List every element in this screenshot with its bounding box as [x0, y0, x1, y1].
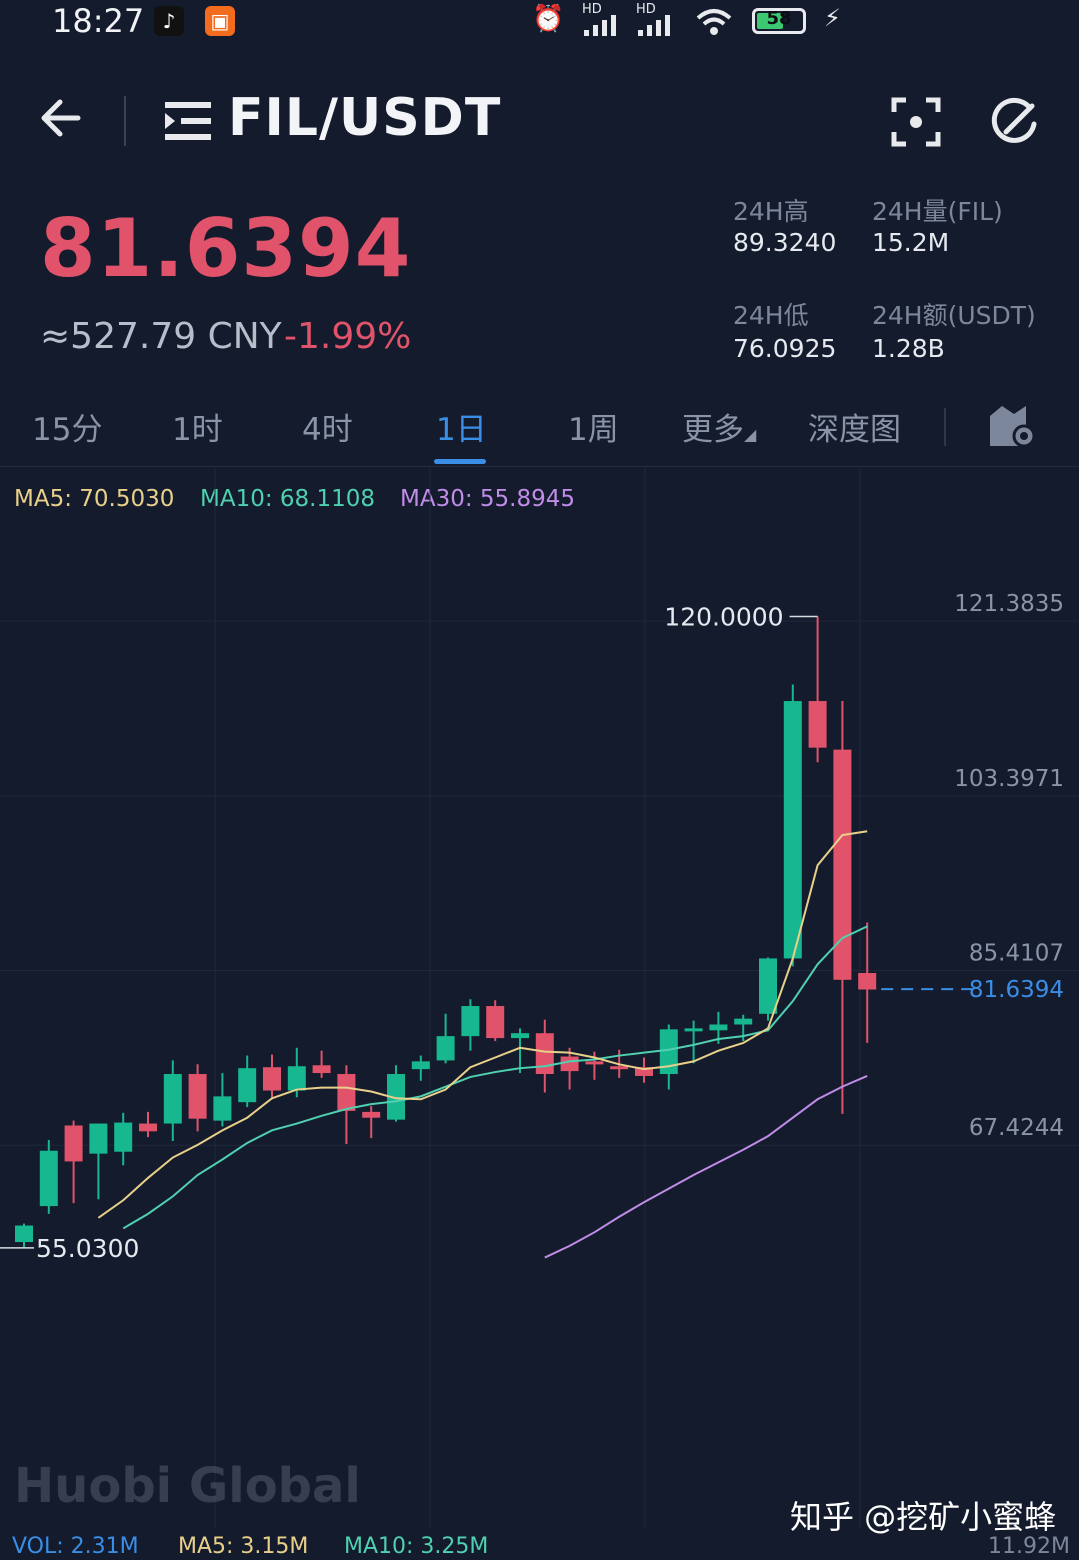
- signal-icon-2: [638, 15, 670, 36]
- max-price-label: 120.0000: [664, 603, 783, 632]
- candle-body: [337, 1074, 356, 1111]
- charging-icon: ⚡: [824, 4, 841, 32]
- candle-body: [411, 1061, 430, 1070]
- candle-body: [709, 1024, 728, 1031]
- candle-body: [238, 1068, 257, 1103]
- candle-body: [783, 701, 802, 959]
- tab-1hour[interactable]: 1时: [172, 404, 223, 449]
- candle-body: [684, 1028, 703, 1032]
- app-notification-icon: ▣: [205, 6, 235, 36]
- volume-indicator: VOL: 2.31M: [12, 1534, 139, 1559]
- candle-body: [511, 1033, 529, 1039]
- dropdown-caret-icon: ◢: [744, 425, 757, 444]
- pair-title[interactable]: FIL/USDT: [228, 88, 501, 148]
- tab-15min[interactable]: 15分: [32, 404, 102, 449]
- tab-4hour[interactable]: 4时: [302, 404, 353, 449]
- alarm-icon: ⏰: [532, 4, 565, 34]
- ma5-line: [97, 830, 868, 1219]
- ma10-line: [122, 925, 868, 1230]
- candle-body: [610, 1066, 629, 1070]
- tab-depth-chart[interactable]: 深度图: [808, 404, 901, 449]
- fullscreen-icon[interactable]: [890, 96, 942, 148]
- candle-body: [312, 1065, 331, 1074]
- candle-body: [858, 973, 877, 990]
- huobi-logo-watermark: Huobi Global: [14, 1458, 361, 1514]
- status-time: 18:27: [52, 2, 145, 40]
- price-change-percent: -1.99%: [284, 316, 412, 357]
- y-axis-tick-label: 67.4244: [969, 1115, 1064, 1141]
- ma30-line: [544, 1075, 868, 1259]
- last-price-axis-label: 81.6394: [969, 977, 1064, 1003]
- candle-body: [436, 1036, 455, 1061]
- candle-body: [734, 1018, 753, 1025]
- y-axis-tick-label: 121.3835: [954, 591, 1064, 617]
- candle-body: [89, 1123, 108, 1154]
- tab-more-label: 更多: [682, 412, 744, 448]
- candle-body: [808, 701, 827, 748]
- candle-body: [15, 1225, 33, 1243]
- refresh-icon[interactable]: [986, 94, 1042, 150]
- tabs-border: [0, 466, 1079, 467]
- active-tab-indicator: [434, 459, 486, 464]
- candle-body: [287, 1066, 306, 1091]
- candle-body: [560, 1056, 579, 1072]
- stat-24h-high-label: 24H高: [733, 197, 809, 226]
- candlestick-chart[interactable]: 121.3835 103.3971 85.4107 67.4244 120.0000 55…: [0, 468, 1079, 1560]
- chart-settings-icon[interactable]: [988, 402, 1036, 448]
- stat-24h-high-value: 89.3240: [733, 228, 837, 257]
- candle-body: [139, 1123, 157, 1132]
- last-price: 81.6394: [40, 202, 412, 295]
- header-divider: [124, 96, 126, 146]
- zhihu-watermark: 知乎 @挖矿小蜜蜂: [790, 1498, 1057, 1536]
- stat-24h-low-label: 24H低: [733, 301, 809, 330]
- y-axis-tick-label: 85.4107: [969, 941, 1064, 967]
- candle-body: [263, 1067, 281, 1091]
- candle-body: [163, 1074, 182, 1124]
- candle-body: [461, 1006, 480, 1037]
- volume-axis-label: 11.92M: [988, 1534, 1070, 1559]
- candle-body: [585, 1061, 604, 1065]
- tiktok-icon: ♪: [154, 6, 184, 36]
- candle-body: [362, 1111, 381, 1118]
- volume-ma10-indicator: MA10: 3.25M: [344, 1534, 489, 1559]
- candle-body: [114, 1122, 133, 1152]
- tab-1week[interactable]: 1周: [568, 404, 619, 449]
- tab-divider: [944, 408, 946, 446]
- status-bar: 18:27 ♪ ▣ ⏰ HD HD 58 ⚡: [0, 0, 1079, 48]
- back-arrow-icon[interactable]: [38, 92, 90, 144]
- battery-level: 58: [766, 8, 792, 29]
- stat-24h-amount-label: 24H额(USDT): [872, 301, 1036, 330]
- candle-body: [188, 1074, 207, 1119]
- stat-24h-amount-value: 1.28B: [872, 334, 945, 363]
- y-axis-tick-label: 103.3971: [954, 766, 1064, 792]
- tab-1day[interactable]: 1日: [436, 404, 487, 449]
- pair-menu-icon[interactable]: [165, 100, 215, 142]
- candle-body: [759, 958, 777, 1014]
- candle-body: [39, 1150, 58, 1207]
- tab-more[interactable]: 更多◢: [682, 404, 756, 449]
- cny-price: ≈527.79 CNY: [40, 316, 282, 357]
- stat-24h-volume-label: 24H量(FIL): [872, 197, 1003, 226]
- battery-icon: 58: [752, 8, 806, 34]
- stat-24h-volume-value: 15.2M: [872, 228, 950, 257]
- wifi-icon: [696, 9, 732, 35]
- candle-body: [486, 1006, 505, 1039]
- stat-24h-low-value: 76.0925: [733, 334, 837, 363]
- candle-body: [213, 1096, 232, 1121]
- min-price-label: 55.0300: [36, 1234, 139, 1263]
- signal-icon-1: [584, 15, 616, 36]
- candle-body: [64, 1125, 83, 1162]
- volume-ma5-indicator: MA5: 3.15M: [178, 1534, 309, 1559]
- candle-body: [535, 1033, 554, 1075]
